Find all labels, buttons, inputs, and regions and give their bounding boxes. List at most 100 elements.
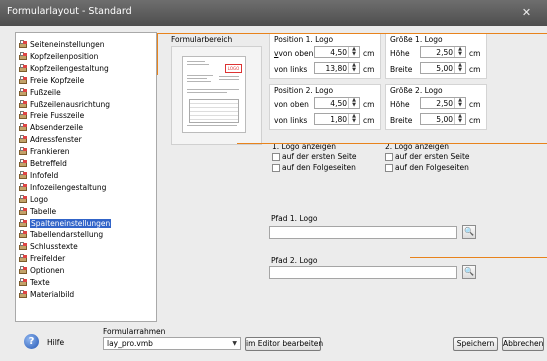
save-button[interactable]: Speichern bbox=[453, 337, 498, 351]
size-logo1-title: Größe 1. Logo bbox=[390, 35, 443, 44]
logo2-width-label: Breite bbox=[390, 116, 413, 125]
logo2-top-stepper[interactable]: 4,50 ▲ ▼ bbox=[314, 97, 360, 109]
form-section-icon bbox=[19, 266, 28, 275]
chevron-down-icon[interactable]: ▼ bbox=[232, 340, 237, 347]
tree-item-label: Materialbild bbox=[30, 289, 75, 299]
tree-item[interactable]: Kopfzeilenposition bbox=[19, 51, 98, 62]
logo1-left-stepper[interactable]: 13,80 ▲ ▼ bbox=[314, 62, 360, 74]
form-section-icon bbox=[19, 170, 28, 179]
tree-item-label: Frankieren bbox=[30, 147, 70, 157]
position-logo1-group: Position 1. Logo vvon oben 4,50 ▲ ▼ cm von… bbox=[269, 33, 381, 79]
logo2-left-stepper[interactable]: 1,80 ▲ ▼ bbox=[314, 113, 360, 125]
tree-item[interactable]: Tabellendarstellung bbox=[19, 230, 103, 240]
tree-item[interactable]: Infozeilengestaltung bbox=[19, 182, 106, 193]
tree-item[interactable]: Schlusstexte bbox=[19, 242, 78, 252]
tree-item[interactable]: Optionen bbox=[19, 266, 64, 276]
position-logo1-title: Position 1. Logo bbox=[274, 35, 334, 44]
callout-line bbox=[410, 257, 547, 258]
tree-item[interactable]: Texte bbox=[19, 278, 50, 288]
logo2-width-stepper[interactable]: 5,00 ▲ ▼ bbox=[420, 113, 466, 125]
form-section-icon bbox=[19, 63, 28, 72]
tree-item-label: Fußzeile bbox=[30, 87, 61, 97]
tree-item-label: Logo bbox=[30, 194, 48, 204]
preview-page: LOGO bbox=[182, 56, 246, 133]
close-icon[interactable]: ✕ bbox=[519, 6, 534, 20]
tree-item[interactable]: Freie Fusszeile bbox=[19, 111, 84, 121]
section-tree[interactable]: Seiteneinstellungen Kopfzeilenposition Kop… bbox=[15, 32, 157, 322]
tree-item-label: Optionen bbox=[30, 266, 65, 276]
tree-item[interactable]: Infofeld bbox=[19, 170, 58, 181]
form-section-icon bbox=[19, 194, 28, 203]
form-section-icon bbox=[19, 230, 28, 239]
logo1-width-stepper[interactable]: 5,00 ▲ ▼ bbox=[420, 62, 466, 74]
logo2-height-label: Höhe bbox=[390, 100, 410, 109]
logo1-height-stepper[interactable]: 2,50 ▲ ▼ bbox=[420, 46, 466, 58]
search-icon: 🔍 bbox=[464, 267, 474, 276]
tree-item[interactable]: Kopfzeilengestaltung bbox=[19, 63, 109, 74]
form-layout-window: Formularlayout - Standard ✕ Seiteneinste… bbox=[0, 0, 547, 361]
logo2-first-page-checkbox[interactable]: auf der ersten Seite bbox=[385, 152, 470, 162]
form-section-icon bbox=[19, 51, 28, 60]
form-section-icon bbox=[19, 99, 28, 108]
tree-item[interactable]: Frankieren bbox=[19, 147, 70, 157]
form-section-icon bbox=[19, 289, 28, 298]
form-section-icon bbox=[19, 40, 28, 48]
tree-item-label: Texte bbox=[30, 278, 50, 287]
form-section-icon bbox=[19, 75, 28, 84]
tree-item[interactable]: Logo bbox=[19, 194, 48, 205]
logo1-top-label: vvon oben bbox=[274, 49, 314, 58]
search-icon: 🔍 bbox=[464, 227, 474, 236]
form-section-icon bbox=[19, 206, 28, 215]
form-section-icon bbox=[19, 147, 28, 156]
edit-in-editor-button[interactable]: im Editor bearbeiten bbox=[245, 337, 323, 351]
cancel-button[interactable]: Abbrechen bbox=[502, 337, 544, 351]
path-logo2-input[interactable] bbox=[269, 266, 457, 279]
preview-label: Formularbereich bbox=[171, 35, 233, 44]
tree-item[interactable]: Absenderzeile bbox=[19, 123, 83, 133]
preview-table bbox=[189, 99, 239, 123]
tree-item[interactable]: Freifelder bbox=[19, 254, 65, 264]
tree-item[interactable]: Adressfenster bbox=[19, 135, 82, 145]
logo1-height-label: Höhe bbox=[390, 49, 410, 58]
logo2-following-pages-checkbox[interactable]: auf den Folgeseiten bbox=[385, 163, 469, 173]
logo1-top-stepper[interactable]: 4,50 ▲ ▼ bbox=[314, 46, 360, 58]
form-section-icon bbox=[19, 218, 28, 227]
tree-item-label: Spalteneinstellungen bbox=[30, 218, 112, 228]
tree-item-label: Adressfenster bbox=[30, 135, 82, 145]
tree-item[interactable]: Materialbild bbox=[19, 289, 75, 300]
tree-item-label: Absenderzeile bbox=[30, 123, 83, 133]
browse-logo2-button[interactable]: 🔍 bbox=[462, 265, 476, 279]
form-section-icon bbox=[19, 111, 28, 120]
logo2-height-stepper[interactable]: 2,50 ▲ ▼ bbox=[420, 97, 466, 109]
frame-select[interactable]: lay_pro.vmb ▼ bbox=[103, 337, 241, 350]
tree-item[interactable]: Tabelle bbox=[19, 206, 56, 217]
logo1-left-label: von links bbox=[274, 65, 308, 74]
help-icon[interactable]: ? bbox=[24, 334, 39, 349]
position-logo2-title: Position 2. Logo bbox=[274, 86, 334, 95]
callout-line bbox=[237, 143, 547, 144]
form-preview: LOGO bbox=[171, 46, 262, 145]
form-section-icon bbox=[19, 135, 28, 144]
callout-line bbox=[157, 33, 158, 75]
tree-item[interactable]: Fußzeilenausrichtung bbox=[19, 99, 110, 110]
tree-item-label: Freie Fusszeile bbox=[30, 111, 85, 121]
tree-item[interactable]: Betreffeld bbox=[19, 159, 67, 169]
form-section-icon bbox=[19, 123, 28, 132]
tree-item[interactable]: Spalteneinstellungen bbox=[19, 218, 112, 229]
tree-item[interactable]: Fußzeile bbox=[19, 87, 61, 98]
help-label[interactable]: Hilfe bbox=[47, 338, 64, 347]
callout-line bbox=[157, 33, 547, 34]
title-bar[interactable]: Formularlayout - Standard ✕ bbox=[0, 0, 547, 26]
form-section-icon bbox=[19, 182, 28, 191]
position-logo2-group: Position 2. Logo von oben 4,50 ▲ ▼ cm von … bbox=[269, 84, 381, 130]
window-title: Formularlayout - Standard bbox=[7, 6, 132, 17]
logo1-first-page-checkbox[interactable]: auf der ersten Seite bbox=[272, 152, 357, 162]
form-section-icon bbox=[19, 87, 28, 96]
browse-logo1-button[interactable]: 🔍 bbox=[462, 225, 476, 239]
tree-item[interactable]: Seiteneinstellungen bbox=[19, 40, 104, 50]
size-logo2-title: Größe 2. Logo bbox=[390, 86, 443, 95]
logo1-following-pages-checkbox[interactable]: auf den Folgeseiten bbox=[272, 163, 356, 173]
path-logo1-input[interactable] bbox=[269, 226, 457, 239]
tree-item[interactable]: Freie Kopfzeile bbox=[19, 75, 84, 86]
path-logo1-label: Pfad 1. Logo bbox=[271, 214, 318, 223]
